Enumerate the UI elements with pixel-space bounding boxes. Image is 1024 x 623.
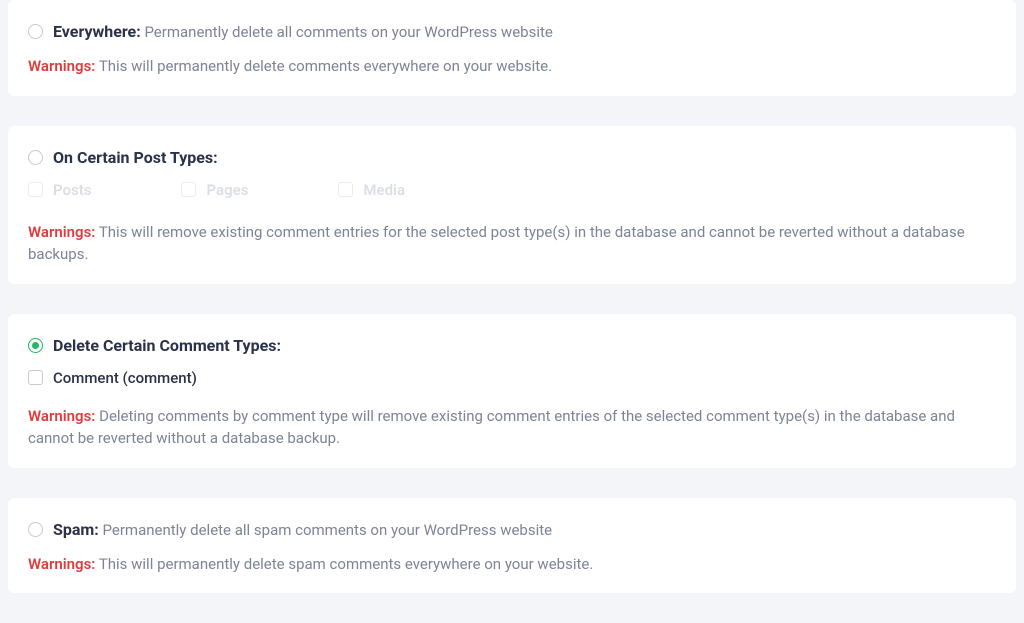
checkbox-comment[interactable]	[28, 370, 43, 385]
checkbox-label-posts: Posts	[53, 181, 91, 199]
option-desc-everywhere: Permanently delete all comments on your …	[144, 23, 552, 41]
option-card-comment-types: Delete Certain Comment Types: Comment (c…	[8, 314, 1016, 468]
radio-spam[interactable]	[28, 522, 43, 537]
radio-everywhere[interactable]	[28, 24, 43, 39]
checkbox-label-pages: Pages	[206, 181, 248, 199]
warning-text: This will permanently delete comments ev…	[99, 57, 552, 75]
option-card-everywhere: Everywhere: Permanently delete all comme…	[8, 0, 1016, 96]
warning-label: Warnings:	[28, 407, 95, 425]
option-title-post-types: On Certain Post Types:	[53, 148, 218, 167]
warning-label: Warnings:	[28, 555, 95, 573]
radio-dot-icon	[32, 342, 39, 349]
option-row-spam: Spam: Permanently delete all spam commen…	[28, 520, 996, 539]
option-title-everywhere: Everywhere:	[53, 22, 141, 41]
radio-post-types[interactable]	[28, 150, 43, 165]
warning-label: Warnings:	[28, 57, 95, 75]
checkbox-posts[interactable]	[28, 182, 43, 197]
warning-text: Deleting comments by comment type will r…	[28, 407, 955, 448]
checkbox-label-comment: Comment (comment)	[53, 369, 197, 387]
option-row-comment-types: Delete Certain Comment Types:	[28, 336, 996, 355]
checkbox-item-posts: Posts	[28, 181, 91, 199]
checkbox-item-media: Media	[338, 181, 405, 199]
option-row-post-types: On Certain Post Types:	[28, 148, 996, 167]
option-text: Everywhere: Permanently delete all comme…	[53, 22, 553, 41]
warning-comment-types: Warnings: Deleting comments by comment t…	[28, 405, 996, 450]
checkbox-item-pages: Pages	[181, 181, 248, 199]
option-card-post-types: On Certain Post Types: Posts Pages Media…	[8, 126, 1016, 284]
checkbox-pages[interactable]	[181, 182, 196, 197]
post-types-checkboxes: Posts Pages Media	[28, 181, 996, 199]
warning-text: This will permanently delete spam commen…	[99, 555, 593, 573]
option-text: Spam: Permanently delete all spam commen…	[53, 520, 552, 539]
warning-everywhere: Warnings: This will permanently delete c…	[28, 55, 996, 78]
comment-types-checkboxes: Comment (comment)	[28, 369, 996, 387]
option-desc-spam: Permanently delete all spam comments on …	[103, 521, 553, 539]
checkbox-media[interactable]	[338, 182, 353, 197]
radio-comment-types[interactable]	[28, 338, 43, 353]
option-title-comment-types: Delete Certain Comment Types:	[53, 336, 281, 355]
warning-post-types: Warnings: This will remove existing comm…	[28, 221, 996, 266]
checkbox-item-comment: Comment (comment)	[28, 369, 197, 387]
option-row-everywhere: Everywhere: Permanently delete all comme…	[28, 22, 996, 41]
option-title-spam: Spam:	[53, 520, 99, 539]
warning-label: Warnings:	[28, 223, 95, 241]
option-card-spam: Spam: Permanently delete all spam commen…	[8, 498, 1016, 594]
warning-spam: Warnings: This will permanently delete s…	[28, 553, 996, 576]
checkbox-label-media: Media	[363, 181, 405, 199]
warning-text: This will remove existing comment entrie…	[28, 223, 965, 264]
